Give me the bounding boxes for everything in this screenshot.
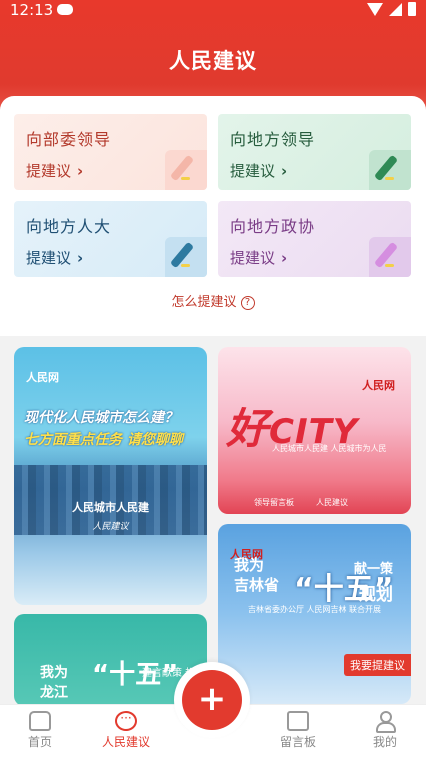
banner-jilin-plan[interactable]: 人民网 我为 吉林省 “十五” 献一策 规划 吉林省委办公厅 人民网吉林 联合开… xyxy=(218,524,411,704)
banner-headline-char: 好 xyxy=(226,404,270,453)
chevron-right-icon: › xyxy=(77,161,84,180)
add-suggestion-button[interactable]: + xyxy=(182,670,242,730)
user-icon xyxy=(374,711,396,733)
nav-home[interactable]: 首页 xyxy=(0,705,80,757)
pen-icon xyxy=(369,150,411,190)
people-logo: 人民网 xyxy=(26,371,59,384)
card-local-leader[interactable]: 向地方领导 提建议 › xyxy=(218,114,411,190)
banner-good-city[interactable]: 人民网 好CITY 人民城市人民建 人民城市为人民 领导留言板 人民建议 xyxy=(218,347,411,514)
banner-footer-right: 人民建议 xyxy=(316,498,348,507)
chevron-right-icon: › xyxy=(281,248,288,267)
banner-headline: 现代化人民城市怎么建？ xyxy=(24,410,178,426)
banner-line2: 吉林省 xyxy=(234,576,280,594)
signal-icon xyxy=(389,2,402,16)
card-action-label: 提建议 xyxy=(26,249,72,267)
chevron-right-icon: › xyxy=(77,248,84,267)
how-to-suggest-link[interactable]: 怎么提建议? xyxy=(0,291,426,310)
card-ministry-leader[interactable]: 向部委领导 提建议 › xyxy=(14,114,207,190)
card-title: 向地方领导 xyxy=(230,130,316,149)
battery-icon xyxy=(408,2,416,16)
banner-line1: 我为 xyxy=(234,556,265,574)
people-logo: 人民网 xyxy=(362,379,395,392)
banner-tail1: 献一策 xyxy=(353,562,393,577)
nav-label: 人民建议 xyxy=(101,735,150,749)
nav-message-board[interactable]: 留言板 xyxy=(258,705,338,757)
status-icons xyxy=(367,2,416,16)
banner-tail2: 规划 xyxy=(359,585,393,605)
nav-profile[interactable]: 我的 xyxy=(345,705,425,757)
help-icon: ? xyxy=(240,296,255,310)
card-title: 向地方人大 xyxy=(26,217,112,236)
card-action-label: 提建议 xyxy=(230,162,276,180)
nav-suggestions[interactable]: 人民建议 xyxy=(86,705,166,757)
card-title: 向部委领导 xyxy=(26,130,112,149)
nav-label: 首页 xyxy=(27,735,52,749)
pen-icon xyxy=(165,150,207,190)
status-time: 12:13 xyxy=(10,1,54,19)
home-icon xyxy=(29,711,51,731)
pen-icon xyxy=(165,237,207,277)
chat-bubble-icon xyxy=(115,711,137,731)
suggest-tag-button[interactable]: 我要提建议 xyxy=(344,654,411,676)
banner-caption: 人民城市人民建 xyxy=(72,501,149,514)
message-board-icon xyxy=(287,711,309,731)
pen-icon xyxy=(369,237,411,277)
banner-slogan: 人民城市人民建 人民城市为人民 xyxy=(272,444,387,453)
wifi-icon xyxy=(367,2,383,16)
banner-people-city[interactable]: 人民网 现代化人民城市怎么建？ 七方面重点任务 请您聊聊 人民城市人民建 人民建… xyxy=(14,347,207,605)
banner-footer-left: 领导留言板 xyxy=(254,498,294,507)
banner-line2: 龙江 xyxy=(40,685,68,701)
status-bar: 12:13 xyxy=(0,0,426,22)
banner-line1: 我为 xyxy=(40,665,68,681)
banner-signature: 人民建议 xyxy=(92,522,129,532)
nav-label: 留言板 xyxy=(279,735,316,749)
how-to-suggest-label: 怎么提建议 xyxy=(171,295,237,310)
card-action-label: 提建议 xyxy=(26,162,72,180)
card-title: 向地方政协 xyxy=(230,217,316,236)
card-action-label: 提建议 xyxy=(230,249,276,267)
banner-caption: 吉林省委办公厅 人民网吉林 联合开展 xyxy=(247,605,382,614)
card-local-npc[interactable]: 向地方人大 提建议 › xyxy=(14,201,207,277)
nav-label: 我的 xyxy=(372,735,397,749)
chevron-right-icon: › xyxy=(281,161,288,180)
banner-footer: 领导留言板 人民建议 xyxy=(254,497,348,508)
card-local-cppcc[interactable]: 向地方政协 提建议 › xyxy=(218,201,411,277)
page-title: 人民建议 xyxy=(169,49,257,73)
banner-subheadline: 七方面重点任务 请您聊聊 xyxy=(24,432,183,448)
gamepad-icon xyxy=(57,4,73,15)
